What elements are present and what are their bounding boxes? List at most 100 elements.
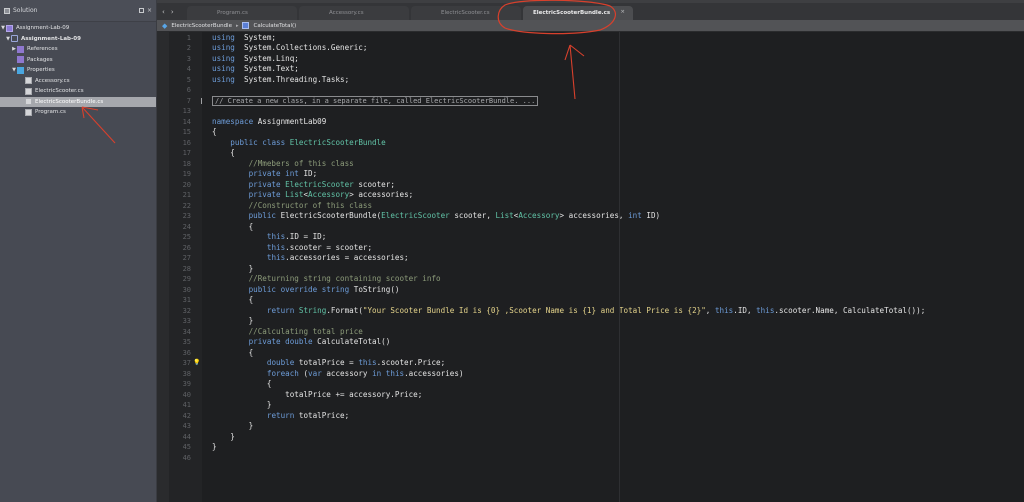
code-line: { [212,348,254,359]
code-token: > accessories; [349,190,414,199]
tab-electric-scooter[interactable]: ElectricScooter.cs [411,6,521,20]
code-token: Accessory [308,190,350,199]
line-number: 27 [182,254,191,262]
code-line: using System.Collections.Generic; [212,43,367,54]
solution-icon [6,24,13,32]
code-token: ( [298,368,309,378]
code-token: private [248,179,281,189]
code-token: .scooter.Price; [376,358,446,367]
close-tab-icon[interactable]: × [620,9,625,15]
breadcrumb-separator-icon: ▸ [235,22,239,29]
line-number: 26 [182,243,191,252]
code-token: Accessory [518,211,560,220]
code-token: .Format( [326,305,363,315]
code-token: double [266,358,295,367]
tree-item-file[interactable]: Accessory.cs [0,76,156,87]
code-token: private double [248,337,313,346]
tab-electric-scooter-bundle[interactable]: ElectricScooterBundle.cs × [523,6,633,20]
forward-arrow-icon[interactable]: › [171,8,174,16]
breadcrumb-class[interactable]: ElectricScooterBundle [171,23,232,29]
back-arrow-icon[interactable]: ‹ [162,8,165,16]
editor-tab-bar: ‹ › Program.cs Accessory.cs ElectricScoo… [157,0,1024,20]
code-line: //Calculating total price [212,327,363,338]
folder-icon [17,66,24,74]
line-number: 40 [182,390,191,399]
tree-item-file-selected[interactable]: ElectricScooterBundle.cs [0,96,156,107]
code-token: ElectricScooterBundle( [276,211,382,220]
line-number: 5 [186,75,191,84]
tree-item-solution[interactable]: ▼ Assignment-Lab-09 [0,23,156,34]
tree-item-project[interactable]: ▼ Assignment-Lab-09 [0,34,156,45]
line-number: 2 [186,44,191,52]
line-number: 24 [182,222,191,231]
tab-accessory[interactable]: Accessory.cs [299,6,409,20]
tab-program[interactable]: Program.cs [187,6,297,20]
code-token: } [212,442,217,451]
code-editor[interactable]: using System; using System.Collections.Ge… [202,32,1024,502]
lightbulb-icon[interactable]: 💡 [193,359,200,366]
code-token: ElectricScooter [285,179,354,189]
class-icon: ◆ [162,21,168,30]
code-token: totalPrice = [294,358,359,367]
tree-item-file[interactable]: ElectricScooter.cs [0,86,156,97]
tree-item-references[interactable]: ▶ References [0,44,156,55]
line-number: 28 [182,264,191,273]
sidebar-header: Solution × [0,0,156,22]
code-token: System; [234,32,277,42]
code-token: CalculateTotal() [312,337,391,346]
line-number: 32 [182,306,191,315]
code-line: using System; [212,33,276,44]
line-number: 37 [182,359,191,367]
code-line: totalPrice += accessory.Price; [212,390,422,401]
code-token: ToString() [349,284,400,294]
tree-item-properties[interactable]: ▼ Properties [0,65,156,76]
code-token: this [358,358,377,367]
code-token: } [212,421,254,430]
code-token: var [308,368,322,378]
tree-item-label: Properties [27,67,55,74]
code-line: public ElectricScooterBundle(ElectricSco… [212,211,661,222]
code-token: using [212,32,235,42]
code-line: this.accessories = accessories; [212,253,409,264]
references-folder-icon [17,45,24,53]
line-number: 1 [186,33,191,42]
code-token: , [705,305,715,315]
sidebar-title: Solution [13,7,38,14]
code-token: scooter; [353,179,395,189]
tree-item-packages[interactable]: Packages [0,55,156,66]
line-number: 43 [182,422,191,430]
line-number: 15 [182,128,191,136]
line-number: 7 [186,96,191,105]
breadcrumb-method[interactable]: CalculateTotal() [253,23,296,29]
code-token: .accessories) [404,368,464,378]
code-token: String [298,305,327,315]
code-token: totalPrice; [294,410,350,420]
code-line: { [212,295,254,306]
folded-region[interactable]: // Create a new class, in a separate fil… [212,95,539,106]
tree-item-file[interactable]: Program.cs [0,107,156,118]
code-token: AssignmentLab09 [253,116,327,126]
code-token: scooter, [449,211,496,220]
line-number: 16 [182,138,191,147]
code-token: "Your Scooter Bundle Id is {0} ,Scooter … [362,305,706,315]
code-line: public override string ToString() [212,284,400,296]
close-pad-icon[interactable]: × [147,7,152,14]
code-token: > accessories, [559,211,629,220]
code-line: foreach (var accessory in this.accessori… [212,369,464,380]
line-number: 6 [186,86,191,94]
line-number: 25 [182,233,191,241]
code-token: System.Text; [234,64,299,73]
line-number: 19 [182,170,191,178]
code-token: System.Threading.Tasks; [234,74,350,84]
code-token: using [212,53,235,63]
maximize-pad-icon[interactable] [138,8,144,13]
